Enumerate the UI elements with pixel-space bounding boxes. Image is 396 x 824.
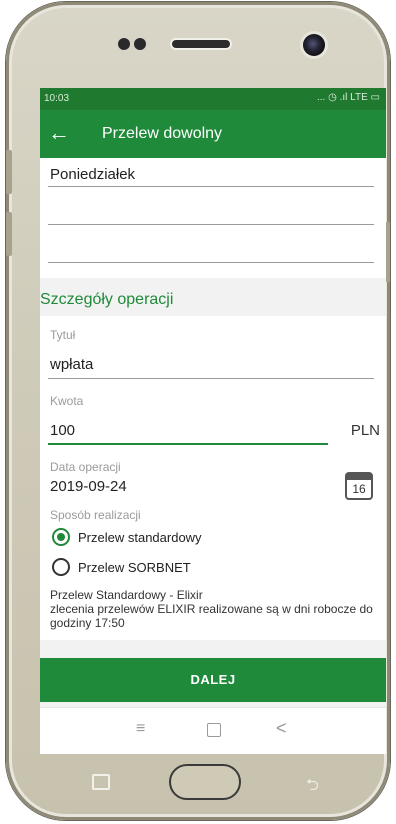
amount-label: Kwota (50, 394, 84, 408)
earpiece-speaker (170, 38, 232, 50)
back-hw-icon[interactable]: ⮌ (306, 774, 319, 801)
sensor-dot (134, 38, 146, 50)
currency-label: PLN (350, 422, 380, 439)
calendar-icon[interactable]: 16 (345, 472, 373, 500)
volume-down-button (6, 212, 12, 256)
recipient-line-1[interactable]: Poniedziałek (50, 166, 135, 183)
page-title: Przelew dowolny (102, 125, 223, 142)
back-chevron-icon[interactable]: < (276, 718, 287, 739)
radio-standard-label[interactable]: Przelew standardowy (78, 530, 202, 545)
home-square-icon[interactable] (207, 723, 221, 737)
front-camera (303, 34, 325, 56)
app-bar: ← Przelew dowolny (40, 110, 386, 158)
amount-underline (48, 443, 328, 445)
status-time: 10:03 (44, 93, 70, 104)
phone-frame: 10:03 ... ◷ .ıl LTE ▭ ← Przelew dowolny … (6, 2, 390, 820)
date-label: Data operacji (50, 460, 121, 474)
screen: 10:03 ... ◷ .ıl LTE ▭ ← Przelew dowolny … (40, 88, 386, 754)
volume-up-button (6, 150, 12, 194)
sensor-dot (118, 38, 130, 50)
calendar-day: 16 (352, 482, 366, 496)
section-title: Szczegóły operacji (40, 291, 174, 308)
arrow-left-icon[interactable]: ← (48, 122, 70, 144)
radio-sorbnet-label[interactable]: Przelew SORBNET (78, 560, 191, 575)
radio-sorbnet[interactable] (52, 558, 70, 576)
recipient-line-3-underline[interactable] (48, 262, 374, 263)
underline (48, 186, 374, 187)
calendar-icon-top (347, 474, 371, 480)
title-label: Tytuł (50, 328, 76, 342)
menu-icon[interactable]: ≡ (136, 720, 145, 738)
info-title: Przelew Standardowy - Elixir (50, 588, 203, 602)
recent-apps-hw-icon[interactable] (92, 774, 110, 790)
title-input[interactable]: wpłata (50, 356, 93, 373)
next-button[interactable]: DALEJ (40, 658, 386, 702)
status-icons: ... ◷ .ıl LTE ▭ (317, 92, 380, 103)
recipient-card: Poniedziałek (40, 158, 386, 278)
home-hardware-button[interactable] (169, 764, 241, 800)
top-bezel (6, 2, 390, 88)
method-label: Sposób realizacji (50, 508, 141, 522)
status-bar: 10:03 ... ◷ .ıl LTE ▭ (40, 88, 386, 110)
android-nav-bar: ≡ < (40, 707, 386, 754)
amount-input[interactable]: 100 (50, 422, 75, 439)
title-underline (48, 378, 374, 379)
recipient-line-2-underline[interactable] (48, 224, 374, 225)
radio-standard[interactable] (52, 528, 70, 546)
operation-details-card: Tytuł wpłata Kwota 100 PLN Data operacji… (40, 316, 386, 640)
info-text: zlecenia przelewów ELIXIR realizowane są… (50, 602, 373, 630)
date-value[interactable]: 2019-09-24 (50, 478, 127, 495)
